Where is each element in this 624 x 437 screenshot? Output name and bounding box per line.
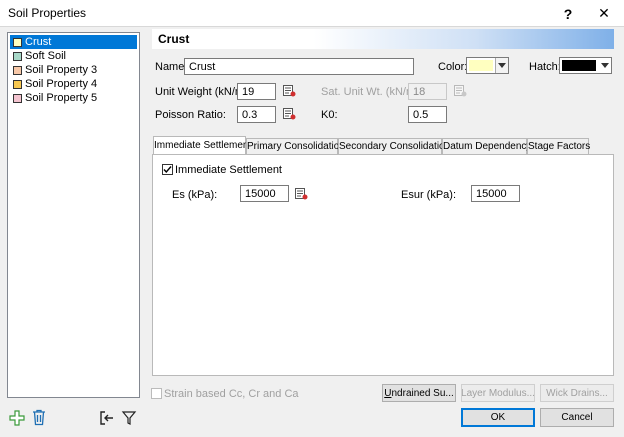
- calculator-icon[interactable]: [295, 188, 308, 200]
- tab-immediate-settlement[interactable]: Immediate Settlement: [153, 136, 251, 155]
- window-title: Soil Properties: [8, 6, 87, 20]
- tab-primary-consolidation[interactable]: Primary Consolidation: [246, 138, 345, 154]
- unit-weight-input[interactable]: 19: [237, 83, 276, 100]
- filter-icon[interactable]: [121, 410, 137, 426]
- esur-input[interactable]: 15000: [471, 185, 520, 202]
- hatch-dropdown[interactable]: [559, 57, 612, 74]
- tab-stage-factors[interactable]: Stage Factors: [527, 138, 590, 154]
- immediate-settlement-checkbox[interactable]: [162, 164, 173, 175]
- immediate-settlement-panel: [152, 154, 614, 376]
- soil-color-swatch: [13, 51, 22, 61]
- soil-color-swatch: [13, 65, 22, 75]
- soil-list-item-label: Soil Property 5: [25, 92, 98, 104]
- wick-drains-button[interactable]: Wick Drains...: [540, 384, 614, 402]
- soil-list[interactable]: Crust Soft Soil Soil Property 3 Soil Pro…: [7, 32, 140, 398]
- soil-list-item-label: Soil Property 4: [25, 78, 98, 90]
- title-bar: Soil Properties ? ✕: [0, 0, 624, 27]
- sat-unit-wt-input[interactable]: 18: [408, 83, 447, 100]
- name-input[interactable]: Crust: [184, 58, 414, 75]
- k0-label: K0:: [321, 109, 338, 121]
- immediate-settlement-checkbox-label: Immediate Settlement: [175, 164, 282, 176]
- hatch-label: Hatch:: [529, 61, 561, 73]
- soil-list-item[interactable]: Soil Property 5: [10, 91, 137, 105]
- color-dropdown[interactable]: [466, 57, 509, 74]
- export-icon[interactable]: [99, 410, 115, 426]
- soil-list-item-label: Soil Property 3: [25, 64, 98, 76]
- layer-modulus-button[interactable]: Layer Modulus...: [461, 384, 535, 402]
- esur-label: Esur (kPa):: [401, 189, 457, 201]
- k0-input[interactable]: 0.5: [408, 106, 447, 123]
- undrained-su-button-label: ndrained Su...: [391, 387, 454, 399]
- soil-list-item-label: Soft Soil: [25, 50, 66, 62]
- ok-button[interactable]: OK: [461, 408, 535, 427]
- calculator-icon[interactable]: [283, 85, 296, 97]
- soil-color-swatch: [13, 37, 22, 47]
- chevron-down-icon: [598, 58, 611, 73]
- soil-list-item[interactable]: Crust: [10, 35, 137, 49]
- es-input[interactable]: 15000: [240, 185, 289, 202]
- tab-secondary-consolidation[interactable]: Secondary Consolidation: [338, 138, 450, 154]
- selected-soil-title: Crust: [158, 32, 190, 46]
- strain-based-checkbox[interactable]: [151, 388, 162, 399]
- soil-list-item[interactable]: Soft Soil: [10, 49, 137, 63]
- undrained-su-button[interactable]: Undrained Su...: [382, 384, 456, 402]
- tab-datum-dependency[interactable]: Datum Dependency: [442, 138, 531, 154]
- soil-list-item[interactable]: Soil Property 4: [10, 77, 137, 91]
- soil-color-swatch: [13, 79, 22, 89]
- calculator-icon[interactable]: [454, 85, 467, 97]
- poisson-ratio-label: Poisson Ratio:: [155, 109, 226, 121]
- cancel-button[interactable]: Cancel: [540, 408, 614, 427]
- selected-soil-header: Crust: [152, 29, 614, 49]
- chevron-down-icon: [495, 58, 508, 73]
- es-label: Es (kPa):: [172, 189, 218, 201]
- hatch-swatch: [562, 60, 596, 71]
- calculator-icon[interactable]: [283, 108, 296, 120]
- poisson-ratio-input[interactable]: 0.3: [237, 106, 276, 123]
- add-icon[interactable]: [9, 410, 25, 426]
- color-label: Color:: [438, 61, 468, 73]
- help-button[interactable]: ?: [550, 0, 586, 27]
- strain-based-label: Strain based Cc, Cr and Ca: [164, 388, 299, 400]
- color-swatch: [469, 60, 493, 71]
- close-button[interactable]: ✕: [586, 0, 622, 27]
- soil-list-item-label: Crust: [25, 36, 52, 48]
- delete-icon[interactable]: [31, 409, 47, 426]
- soil-color-swatch: [13, 93, 22, 103]
- name-label: Name:: [155, 61, 188, 73]
- soil-list-item[interactable]: Soil Property 3: [10, 63, 137, 77]
- undrained-su-mnemonic: U: [384, 387, 392, 399]
